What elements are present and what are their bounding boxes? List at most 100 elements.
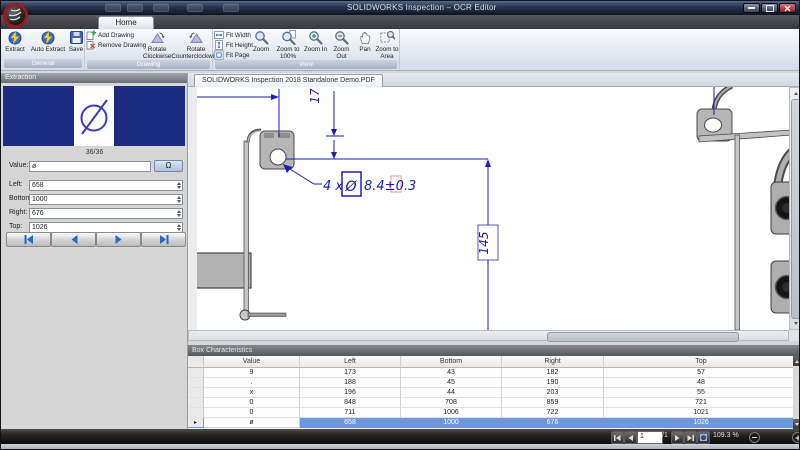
zoom-slider-minus-button[interactable] [749, 432, 760, 443]
diameter-symbol-icon [76, 93, 112, 139]
bottom-spinner[interactable] [175, 194, 182, 205]
table-row-selected[interactable]: ▸ ø 658 1000 676 1026 [188, 418, 800, 428]
previous-page-button[interactable] [624, 431, 637, 444]
zoom-out-button[interactable]: Zoom Out [328, 29, 355, 60]
right-spinner[interactable] [175, 208, 182, 219]
add-drawing-button[interactable]: Add Drawing [85, 30, 143, 40]
horizontal-scroll-thumb[interactable] [547, 332, 739, 342]
value-label: Value: [9, 162, 28, 169]
right-label: Right: [9, 209, 27, 216]
zoom-to-100-button[interactable]: Zoom to 100% [273, 29, 303, 60]
current-row-marker: ▸ [188, 418, 204, 428]
page-margin [188, 87, 197, 330]
fit-page-button[interactable]: Fit Page [213, 50, 249, 60]
scroll-down-icon[interactable] [791, 319, 800, 328]
minimize-button[interactable] [743, 3, 760, 13]
col-header-bottom[interactable]: Bottom [401, 356, 502, 368]
next-page-button[interactable] [671, 431, 684, 444]
table-row[interactable]: 0 848 708 859 721 [188, 398, 800, 408]
close-button[interactable] [779, 3, 796, 13]
last-record-icon [157, 234, 171, 245]
fit-width-icon [214, 30, 224, 40]
drawing-canvas[interactable]: 17 145 4 x Ø 8.4±0.3 [188, 87, 800, 330]
next-page-icon [673, 434, 682, 442]
fit-height-button[interactable]: Fit Height [213, 40, 249, 50]
fit-height-icon [214, 40, 224, 50]
quick-access-icon[interactable] [187, 4, 203, 12]
col-header-left[interactable]: Left [300, 356, 401, 368]
quick-access-icon[interactable] [223, 4, 239, 12]
previous-record-icon [67, 234, 81, 245]
pan-button[interactable]: Pan [355, 29, 375, 53]
remove-drawing-button[interactable]: Remove Drawing [85, 40, 143, 50]
quick-access-icon[interactable] [105, 4, 121, 12]
col-header-top[interactable]: Top [604, 356, 799, 368]
table-scroll-down-icon[interactable] [793, 419, 800, 429]
callout-diameter-text: Ø [344, 179, 357, 195]
canvas-vertical-scrollbar[interactable] [789, 87, 800, 330]
auto-extract-icon [41, 30, 56, 45]
previous-page-icon [626, 434, 635, 442]
extraction-panel: Extraction 36/36 Value: Ω Left: Bottom: … [1, 73, 188, 429]
tab-home[interactable]: Home [98, 16, 154, 29]
ribbon-tab-strip: Home [1, 15, 800, 29]
table-scroll-up-icon[interactable] [793, 356, 800, 366]
document-tab[interactable]: SOLIDWORKS Inspection 2018 Standalone De… [194, 74, 383, 88]
value-input[interactable] [29, 161, 151, 172]
rotate-clockwise-button[interactable]: Rotate Clockwise [143, 29, 171, 60]
title-bar: SOLIDWORKS Inspection – OCR Editor [1, 1, 800, 15]
extraction-panel-title: Extraction [1, 73, 187, 83]
zoom-to-area-button[interactable]: Zoom to Area [375, 29, 399, 60]
next-record-button[interactable] [96, 232, 141, 247]
dim-17-text: 17 [308, 88, 322, 104]
col-header-value[interactable]: Value [204, 356, 300, 368]
extract-button[interactable]: Extract [2, 29, 28, 53]
app-window: SOLIDWORKS Inspection – OCR Editor Home [0, 0, 800, 450]
previous-record-button[interactable] [51, 232, 96, 247]
quick-access-icon[interactable] [153, 4, 169, 12]
scroll-up-icon[interactable] [791, 89, 800, 98]
zoom-to-100-icon [281, 30, 296, 45]
page-total-label: /1 [662, 432, 668, 439]
save-button[interactable]: Save [68, 29, 84, 53]
zoom-button[interactable]: Zoom [249, 29, 273, 53]
first-page-button[interactable] [611, 431, 624, 444]
maximize-button[interactable] [761, 3, 778, 13]
table-header-row: Value Left Bottom Right Top [188, 356, 800, 368]
last-page-icon [686, 434, 695, 442]
page-number-input[interactable]: 1 [637, 431, 663, 444]
right-input[interactable] [29, 208, 183, 219]
left-input[interactable] [29, 180, 183, 191]
maximize-icon [766, 5, 774, 12]
solidworks-logo-icon [3, 3, 28, 28]
col-header-right[interactable]: Right [502, 356, 604, 368]
auto-extract-button[interactable]: Auto Extract [28, 29, 68, 53]
table-row[interactable]: 9 173 43 182 57 [188, 368, 800, 378]
ribbon-group-general: Extract Auto Extract Save [2, 29, 85, 69]
pan-icon [358, 30, 373, 45]
first-record-button[interactable] [6, 232, 51, 247]
callout-prefix-text: 4 x [323, 179, 343, 194]
fit-view-button[interactable] [697, 431, 710, 444]
zoom-percent-label: 109.3 % [713, 432, 739, 439]
bottom-input[interactable] [29, 194, 183, 205]
quick-access-icon[interactable] [127, 4, 143, 12]
ocr-preview [3, 86, 185, 146]
table-row[interactable]: . 188 45 190 48 [188, 378, 800, 388]
fit-width-button[interactable]: Fit Width [213, 30, 249, 40]
table-row[interactable]: x 196 44 203 55 [188, 388, 800, 398]
first-page-icon [613, 434, 622, 442]
table-row[interactable]: 0 711 1006 722 1021 [188, 408, 800, 418]
vertical-scroll-thumb[interactable] [791, 99, 800, 319]
special-characters-button[interactable]: Ω [154, 160, 183, 172]
zoom-in-button[interactable]: Zoom In [303, 29, 328, 53]
ribbon-group-view: Fit Width Fit Height [213, 29, 400, 69]
last-record-button[interactable] [141, 232, 186, 247]
left-spinner[interactable] [175, 180, 182, 191]
zoom-slider-plus-button[interactable] [792, 432, 800, 443]
canvas-horizontal-scrollbar[interactable] [188, 330, 789, 341]
last-page-button[interactable] [684, 431, 697, 444]
table-scrollbar[interactable] [793, 356, 800, 429]
fit-page-icon [214, 50, 224, 60]
group-label-general: General [4, 59, 82, 68]
